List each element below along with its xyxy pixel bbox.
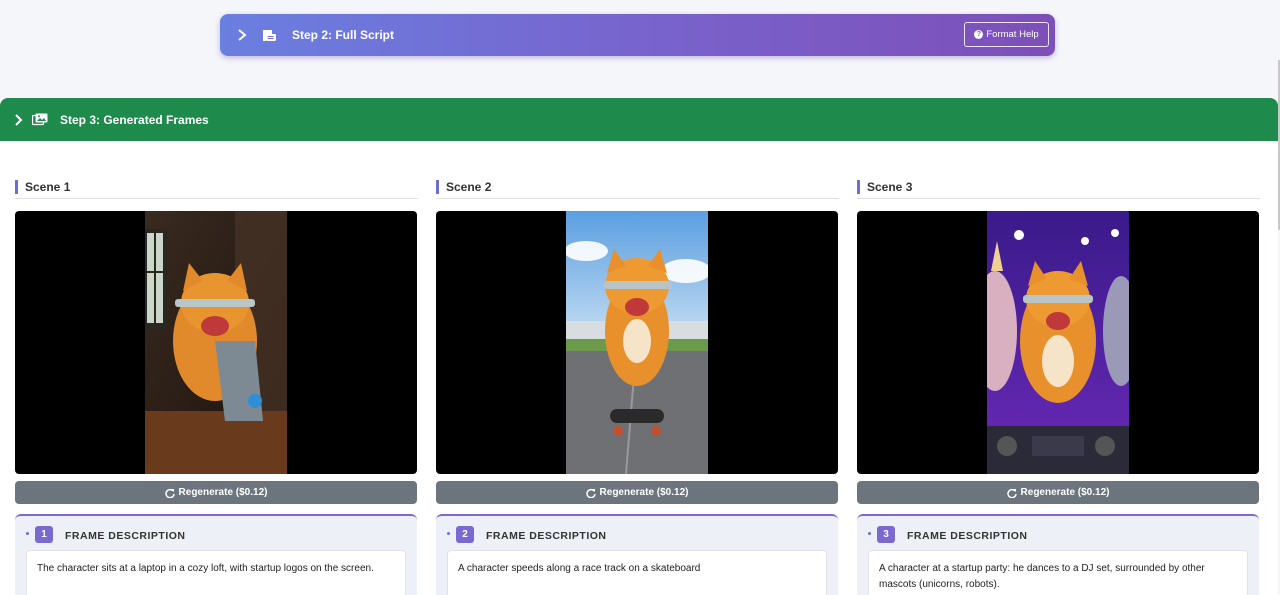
bullet-dot (26, 532, 29, 535)
step2-header[interactable]: Step 2: Full Script ? Format Help (220, 14, 1055, 56)
step3-header[interactable]: Step 3: Generated Frames (0, 98, 1278, 141)
frame-description-card: 3 FRAME DESCRIPTION A character at a sta… (857, 514, 1259, 595)
format-help-label: Format Help (986, 29, 1039, 40)
scene-card: Scene 1 Regenerate ($0.12) 1 FRAME DESCR… (15, 176, 418, 595)
question-circle-icon: ? (974, 30, 984, 39)
chevron-right-icon[interactable] (14, 113, 26, 126)
frame-description-heading: FRAME DESCRIPTION (907, 530, 1028, 542)
redo-icon (1006, 488, 1017, 498)
frame-number-badge: 3 (877, 526, 895, 543)
format-help-button[interactable]: ? Format Help (964, 22, 1049, 47)
cat-at-laptop-loft-image (145, 211, 287, 474)
redo-icon (585, 488, 596, 498)
step3-title: Step 3: Generated Frames (60, 112, 209, 127)
scene-accent-bar (15, 180, 18, 194)
scene-accent-bar (857, 180, 860, 194)
scene-label: Scene 1 (25, 180, 71, 194)
cat-on-skateboard-race-track-image (566, 211, 708, 474)
scene-label: Scene 2 (446, 180, 492, 194)
redo-icon (164, 488, 175, 498)
scene-card: Scene 2 Regenerate ($0.12) 2 FRAME DESCR… (436, 176, 839, 595)
frame-description-text[interactable]: A character at a startup party: he dance… (868, 550, 1248, 595)
step2-title: Step 2: Full Script (292, 28, 395, 42)
regenerate-label: Regenerate ($0.12) (599, 487, 689, 498)
regenerate-button[interactable]: Regenerate ($0.12) (857, 481, 1259, 504)
scene-card: Scene 3 Regenerate ($0.12) 3 FRAME DESCR… (857, 176, 1260, 595)
scene-header: Scene 1 (15, 176, 418, 199)
frame-image-container (857, 211, 1259, 474)
frame-description-text[interactable]: The character sits at a laptop in a cozy… (26, 550, 406, 595)
scene-header: Scene 3 (857, 176, 1260, 199)
scene-label: Scene 3 (867, 180, 913, 194)
frame-image-container (15, 211, 417, 474)
scene-header: Scene 2 (436, 176, 839, 199)
bullet-dot (868, 532, 871, 535)
frame-description-heading: FRAME DESCRIPTION (486, 530, 607, 542)
scene-accent-bar (436, 180, 439, 194)
images-icon (32, 113, 48, 126)
frame-number-badge: 2 (456, 526, 474, 543)
script-icon (261, 29, 277, 42)
regenerate-label: Regenerate ($0.12) (1020, 487, 1110, 498)
bullet-dot (447, 532, 450, 535)
frame-description-card: 1 FRAME DESCRIPTION The character sits a… (15, 514, 417, 595)
frame-image-container (436, 211, 838, 474)
frame-description-heading: FRAME DESCRIPTION (65, 530, 186, 542)
cat-dj-party-with-mascots-image (987, 211, 1129, 474)
chevron-right-icon[interactable] (237, 29, 251, 41)
regenerate-button[interactable]: Regenerate ($0.12) (15, 481, 417, 504)
frame-description-card: 2 FRAME DESCRIPTION A character speeds a… (436, 514, 838, 595)
regenerate-button[interactable]: Regenerate ($0.12) (436, 481, 838, 504)
frame-number-badge: 1 (35, 526, 53, 543)
regenerate-label: Regenerate ($0.12) (178, 487, 268, 498)
frame-description-text[interactable]: A character speeds along a race track on… (447, 550, 827, 595)
